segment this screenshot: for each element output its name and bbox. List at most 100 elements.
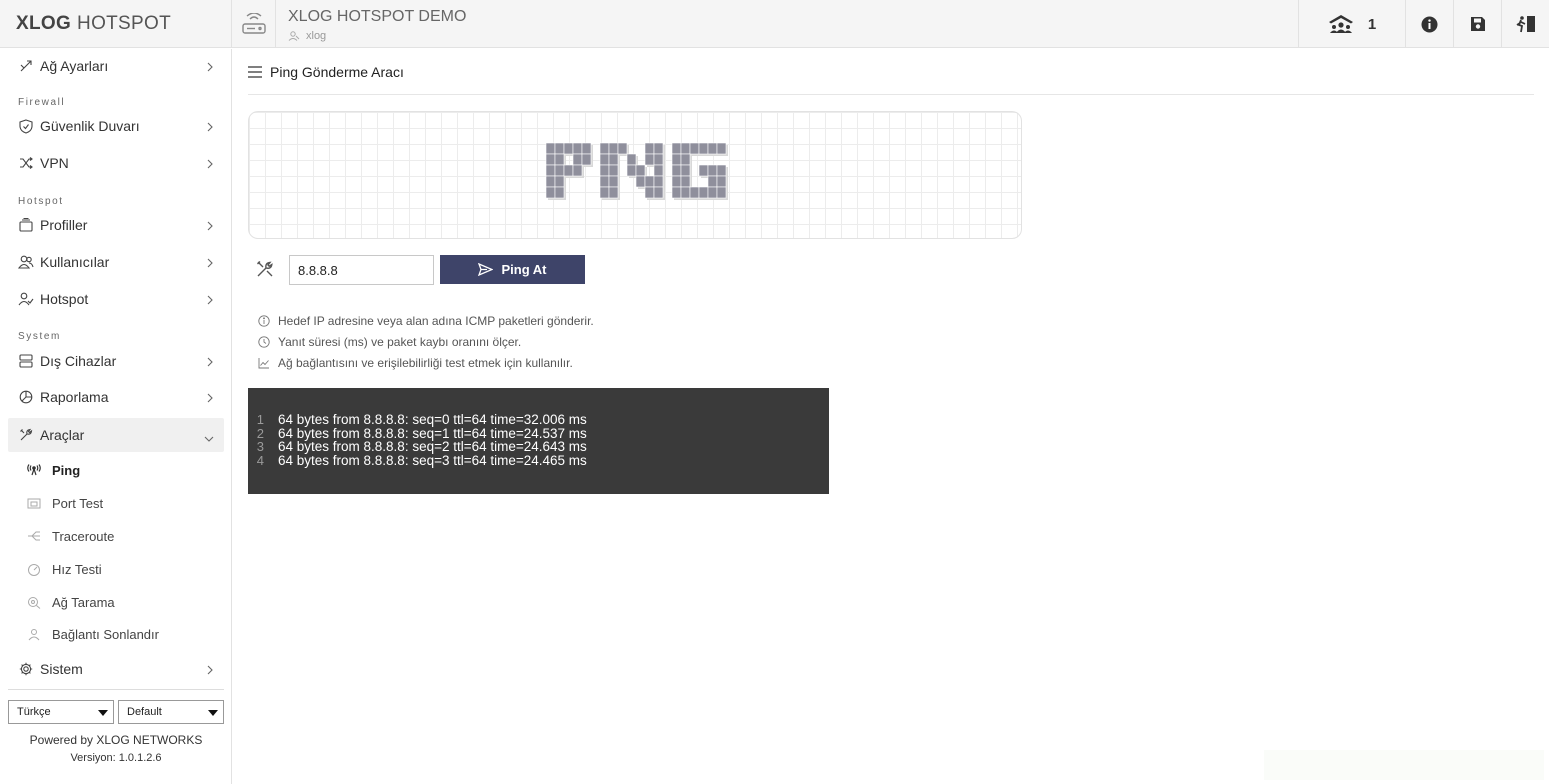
language-select[interactable]: Türkçe xyxy=(8,700,114,724)
theme-select[interactable]: Default xyxy=(118,700,224,724)
info-text: Yanıt süresi (ms) ve paket kaybı oranını… xyxy=(278,335,522,349)
sidebar-sub-baglanti-sonlandir[interactable]: Bağlantı Sonlandır xyxy=(26,621,159,647)
sidebar-item-dis-cihazlar[interactable]: Dış Cihazlar xyxy=(8,344,224,378)
sidebar-item-ag-ayarlari[interactable]: Ağ Ayarları xyxy=(8,49,224,83)
server-icon xyxy=(18,353,34,369)
chevron-right-icon xyxy=(206,218,214,234)
toolbar-right: 1 xyxy=(1298,0,1549,48)
layers-icon xyxy=(18,217,34,233)
info-line-3: Ağ bağlantısını ve erişilebilirliği test… xyxy=(258,355,573,371)
network-icon xyxy=(18,58,34,74)
tools-icon xyxy=(18,427,34,443)
info-text: Hedef IP adresine veya alan adına ICMP p… xyxy=(278,314,594,328)
app-title: XLOG HOTSPOT DEMO xyxy=(288,8,467,25)
menu-icon[interactable] xyxy=(248,65,262,78)
sidebar-sub-ping[interactable]: Ping xyxy=(26,457,80,483)
brand-bold: XLOG xyxy=(16,13,72,34)
sidebar-item-guvenlik-duvari[interactable]: Güvenlik Duvarı xyxy=(8,109,224,143)
info-circle-icon xyxy=(258,315,270,327)
sidebar-item-sistem[interactable]: Sistem xyxy=(8,652,224,686)
sidebar-sub-port-test[interactable]: Port Test xyxy=(26,490,103,516)
user-x-icon xyxy=(26,627,42,641)
brand-rest: HOTSPOT xyxy=(77,13,171,34)
sidebar-item-profiller[interactable]: Profiller xyxy=(8,208,224,242)
users-icon xyxy=(18,254,34,270)
shield-icon xyxy=(18,118,34,134)
sidebar-divider xyxy=(8,689,224,690)
broadcast-icon xyxy=(26,463,42,477)
save-button[interactable] xyxy=(1453,0,1501,48)
section-system: System xyxy=(18,331,61,342)
sidebar-item-kullanicilar[interactable]: Kullanıcılar xyxy=(8,245,224,279)
ping-button-label: Ping At xyxy=(501,262,547,277)
sub-item-label: Port Test xyxy=(52,495,104,511)
sidebar-item-label: Sistem xyxy=(40,661,83,677)
route-icon xyxy=(26,529,42,543)
ping-logo xyxy=(545,142,728,200)
caret-down-icon xyxy=(208,710,218,716)
active-users-count: 1 xyxy=(1367,15,1377,33)
theme-value: Default xyxy=(127,706,162,718)
chevron-right-icon xyxy=(206,59,214,75)
sidebar-item-label: VPN xyxy=(40,155,69,171)
sidebar-item-vpn[interactable]: VPN xyxy=(8,146,224,180)
user-name: xlog xyxy=(306,30,327,42)
active-users-button[interactable]: 1 xyxy=(1298,0,1405,48)
ping-banner xyxy=(248,111,1022,239)
sidebar-item-araclar[interactable]: Araçlar xyxy=(8,418,224,452)
tools-icon xyxy=(256,260,274,283)
sidebar-item-hotspot[interactable]: Hotspot xyxy=(8,282,224,316)
logout-button[interactable] xyxy=(1501,0,1549,48)
caret-down-icon xyxy=(98,710,108,716)
current-user: xlog xyxy=(288,30,326,42)
chevron-right-icon xyxy=(206,255,214,271)
sub-item-label: Bağlantı Sonlandır xyxy=(52,626,159,642)
info-icon xyxy=(1421,16,1438,32)
chevron-right-icon xyxy=(206,662,214,678)
ping-button[interactable]: Ping At xyxy=(440,255,585,284)
port-icon xyxy=(26,496,42,510)
info-line-2: Yanıt süresi (ms) ve paket kaybı oranını… xyxy=(258,334,521,350)
ping-output-terminal: 1 64 bytes from 8.8.8.8: seq=0 ttl=64 tim… xyxy=(248,388,829,494)
brand-logo[interactable]: XLOG HOTSPOT xyxy=(0,0,232,48)
sidebar: Ağ Ayarları Firewall Güvenlik Duvarı VPN… xyxy=(0,49,232,784)
sidebar-sub-hiz-testi[interactable]: Hız Testi xyxy=(26,556,102,582)
sidebar-item-label: Araçlar xyxy=(40,427,85,443)
output-text: 64 bytes from 8.8.8.8: seq=3 ttl=64 time… xyxy=(278,453,587,469)
user-check-icon xyxy=(18,291,34,307)
sidebar-item-label: Kullanıcılar xyxy=(40,254,110,270)
user-icon xyxy=(288,31,300,41)
logout-icon xyxy=(1516,16,1535,33)
ping-target-input[interactable] xyxy=(289,255,434,285)
router-icon[interactable] xyxy=(232,0,276,48)
sidebar-item-label: Güvenlik Duvarı xyxy=(40,118,140,134)
chevron-right-icon xyxy=(206,390,214,406)
section-firewall: Firewall xyxy=(18,97,66,108)
sidebar-item-label: Hotspot xyxy=(40,291,89,307)
chevron-right-icon xyxy=(206,354,214,370)
chart-line-icon xyxy=(258,358,269,369)
sidebar-sub-ag-tarama[interactable]: Ağ Tarama xyxy=(26,589,115,615)
sidebar-item-label: Raporlama xyxy=(40,389,109,405)
toast-area xyxy=(1264,750,1544,780)
sidebar-item-label: Profiller xyxy=(40,217,88,233)
language-value: Türkçe xyxy=(17,706,51,718)
info-line-1: Hedef IP adresine veya alan adına ICMP p… xyxy=(258,313,594,329)
chevron-right-icon xyxy=(206,292,214,308)
sidebar-sub-traceroute[interactable]: Traceroute xyxy=(26,523,114,549)
users-wifi-icon xyxy=(1328,15,1353,33)
info-button[interactable] xyxy=(1405,0,1453,48)
sub-item-label: Hız Testi xyxy=(52,561,102,577)
output-line: 2 64 bytes from 8.8.8.8: seq=1 ttl=64 tim… xyxy=(248,426,829,441)
section-hotspot: Hotspot xyxy=(18,196,64,207)
sub-item-label: Traceroute xyxy=(52,528,115,544)
page-header: Ping Gönderme Aracı xyxy=(248,49,1534,95)
sub-item-label: Ping xyxy=(52,462,81,478)
line-number: 4 xyxy=(256,453,264,469)
sidebar-item-raporlama[interactable]: Raporlama xyxy=(8,380,224,414)
output-line: 3 64 bytes from 8.8.8.8: seq=2 ttl=64 tim… xyxy=(248,439,829,454)
shuffle-icon xyxy=(18,155,34,171)
sidebar-item-label: Ağ Ayarları xyxy=(40,58,109,74)
clock-icon xyxy=(258,336,270,348)
output-line: 1 64 bytes from 8.8.8.8: seq=0 ttl=64 tim… xyxy=(248,412,829,427)
